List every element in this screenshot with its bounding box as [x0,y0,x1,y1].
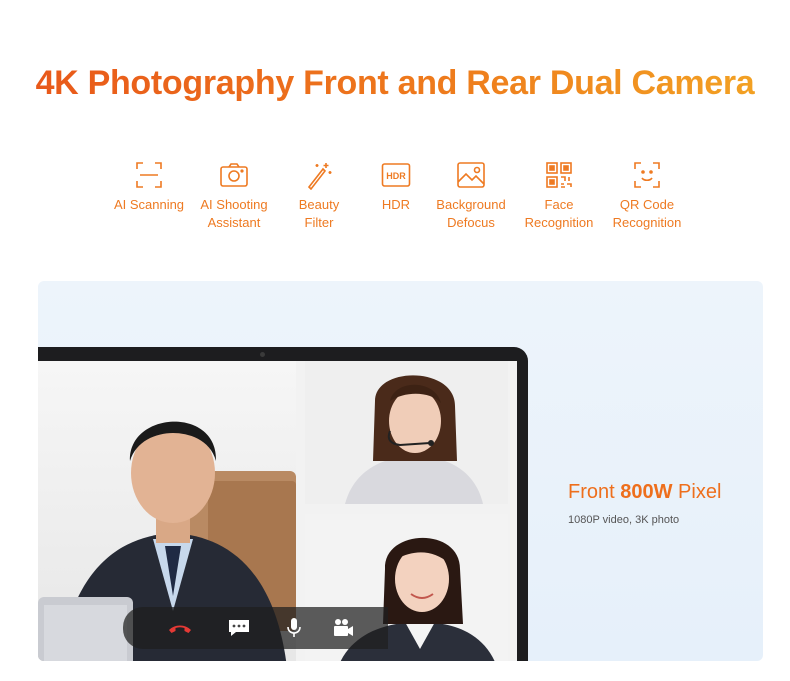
page-title: 4K Photography Front and Rear Dual Camer… [0,64,790,103]
front-camera-panel [38,281,763,661]
feature-label-line1: QR Code [619,197,675,212]
feature-face-recognition: Face Recognition [509,160,609,232]
hang-up-icon [169,625,191,633]
qr-grid-icon [546,162,572,188]
video-camera-button[interactable] [330,615,356,641]
video-camera-icon [334,619,353,636]
feature-label-line2: Defocus [447,215,495,230]
feature-list: AI Scanning AI Shooting Assistant Beauty… [0,160,790,250]
feature-label-line1: Face [544,197,574,212]
feature-qr-code-recognition: QR Code Recognition [597,160,697,232]
face-frame-icon [634,162,660,188]
tablet-device [38,347,528,661]
chat-icon [229,620,249,636]
hdr-icon-text: HDR [386,171,406,181]
tablet-screen [38,361,517,661]
magic-wand-icon [307,163,332,190]
feature-background-defocus: Background Defocus [421,160,521,232]
scan-frame-icon [136,162,162,188]
woman-with-headset-image [305,361,508,504]
chat-button[interactable] [226,615,252,641]
microphone-icon [287,618,301,637]
front-camera-subtitle: 1080P video, 3K photo [568,514,680,526]
hang-up-button[interactable] [167,615,193,641]
feature-label-line2: Recognition [612,215,682,230]
camera-icon [220,163,248,187]
landscape-photo-icon [457,162,485,188]
hdr-icon: HDR [381,163,411,187]
feature-label-line2: Filter [304,215,334,230]
feature-label-line2: Recognition [524,215,594,230]
feature-label-line1: Background [436,197,506,212]
call-control-bar [123,607,388,649]
front-camera-lens [260,352,265,357]
microphone-button[interactable] [281,615,307,641]
front-camera-title: Front 800W Pixel [568,481,722,503]
video-tile-top-right [305,361,508,504]
